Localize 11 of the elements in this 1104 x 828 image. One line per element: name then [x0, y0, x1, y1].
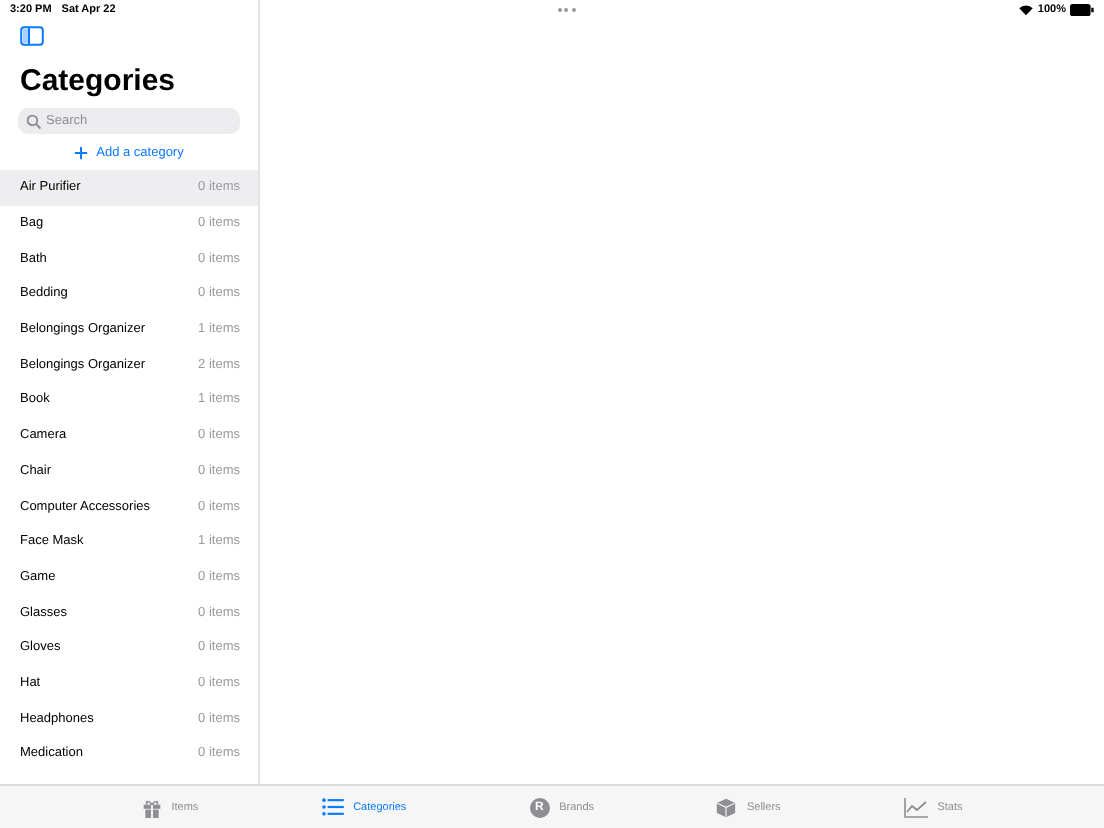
sidebar-toggle-icon[interactable]	[20, 26, 44, 50]
wifi-icon	[1017, 4, 1034, 16]
plus-icon	[74, 146, 89, 160]
chart-icon	[903, 797, 928, 817]
search-icon	[26, 113, 42, 129]
multitasking-dots-icon	[555, 6, 578, 14]
sidebar-title: Categories	[20, 64, 178, 98]
battery-icon	[1069, 4, 1094, 16]
gift-icon	[141, 797, 162, 817]
list-icon	[321, 798, 344, 816]
box-icon	[716, 797, 737, 817]
